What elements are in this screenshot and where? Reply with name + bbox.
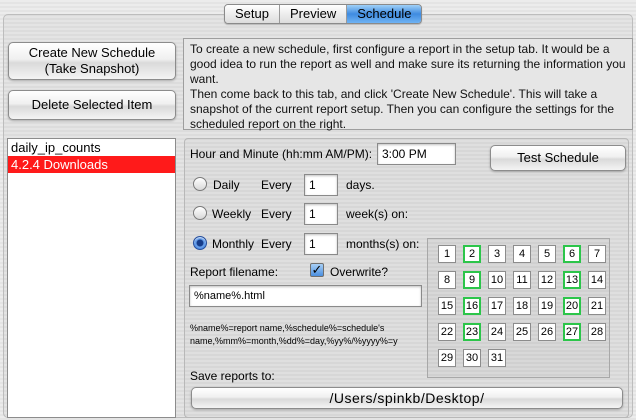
save-path-button[interactable]: /Users/spinkb/Desktop/ bbox=[191, 387, 623, 409]
day-21[interactable]: 21 bbox=[588, 297, 606, 315]
day-16[interactable]: 16 bbox=[463, 297, 481, 315]
daily-radio[interactable] bbox=[193, 177, 207, 191]
report-filename-label: Report filename: bbox=[190, 265, 279, 279]
day-3[interactable]: 3 bbox=[488, 245, 506, 263]
day-17[interactable]: 17 bbox=[488, 297, 506, 315]
day-29[interactable]: 29 bbox=[438, 349, 456, 367]
day-22[interactable]: 22 bbox=[438, 323, 456, 341]
weekly-interval-input[interactable]: 1 bbox=[304, 203, 338, 225]
day-24[interactable]: 24 bbox=[488, 323, 506, 341]
weekly-radio[interactable] bbox=[193, 206, 207, 220]
time-input[interactable]: 3:00 PM bbox=[377, 143, 456, 165]
day-8[interactable]: 8 bbox=[438, 271, 456, 289]
tab-bar: Setup Preview Schedule bbox=[224, 4, 423, 24]
day-19[interactable]: 19 bbox=[538, 297, 556, 315]
instructions-text: To create a new schedule, first configur… bbox=[183, 38, 633, 131]
overwrite-checkbox[interactable]: ✓ bbox=[310, 263, 324, 277]
list-item[interactable]: daily_ip_counts bbox=[8, 139, 175, 156]
day-10[interactable]: 10 bbox=[488, 271, 506, 289]
day-15[interactable]: 15 bbox=[438, 297, 456, 315]
monthly-radio[interactable] bbox=[193, 236, 207, 250]
weekly-unit-label: week(s) on: bbox=[346, 207, 409, 221]
day-26[interactable]: 26 bbox=[538, 323, 556, 341]
weekly-every-label: Every bbox=[261, 207, 292, 221]
monthly-unit-label: months(s) on: bbox=[346, 237, 420, 251]
overwrite-label: Overwrite? bbox=[330, 265, 389, 279]
create-new-schedule-button[interactable]: Create New Schedule (Take Snapshot) bbox=[8, 42, 176, 80]
daily-interval-input[interactable]: 1 bbox=[304, 174, 338, 196]
test-schedule-button[interactable]: Test Schedule bbox=[490, 145, 626, 171]
day-23[interactable]: 23 bbox=[463, 323, 481, 341]
day-20[interactable]: 20 bbox=[563, 297, 581, 315]
variables-hint-line2: name,%mm%=month,%dd%=day,%yy%/%yyyy%=y bbox=[190, 336, 398, 346]
day-4[interactable]: 4 bbox=[513, 245, 531, 263]
day-12[interactable]: 12 bbox=[538, 271, 556, 289]
instructions-paragraph: To create a new schedule, first configur… bbox=[190, 42, 626, 131]
day-25[interactable]: 25 bbox=[513, 323, 531, 341]
daily-unit-label: days. bbox=[346, 178, 375, 192]
day-7[interactable]: 7 bbox=[588, 245, 606, 263]
monthly-label: Monthly bbox=[212, 237, 255, 251]
tab-preview[interactable]: Preview bbox=[279, 5, 348, 23]
day-18[interactable]: 18 bbox=[513, 297, 531, 315]
variables-hint-line1: %name%=report name,%schedule%=schedule's bbox=[190, 323, 385, 333]
day-5[interactable]: 5 bbox=[538, 245, 556, 263]
save-reports-label: Save reports to: bbox=[190, 369, 275, 383]
day-28[interactable]: 28 bbox=[588, 323, 606, 341]
weekly-label: Weekly bbox=[212, 207, 252, 221]
create-button-label-line1: Create New Schedule bbox=[28, 45, 156, 60]
tab-setup[interactable]: Setup bbox=[225, 5, 280, 23]
day-1[interactable]: 1 bbox=[438, 245, 456, 263]
create-button-label-line2: (Take Snapshot) bbox=[44, 61, 140, 76]
tab-schedule[interactable]: Schedule bbox=[347, 5, 422, 23]
daily-label: Daily bbox=[213, 178, 240, 192]
schedule-list[interactable]: daily_ip_counts 4.2.4 Downloads bbox=[7, 138, 176, 418]
day-9[interactable]: 9 bbox=[463, 271, 481, 289]
time-label: Hour and Minute (hh:mm AM/PM): bbox=[190, 147, 373, 161]
day-31[interactable]: 31 bbox=[488, 349, 506, 367]
day-14[interactable]: 14 bbox=[588, 271, 606, 289]
list-item-selected[interactable]: 4.2.4 Downloads bbox=[8, 156, 175, 173]
monthly-interval-input[interactable]: 1 bbox=[304, 233, 338, 255]
day-27[interactable]: 27 bbox=[563, 323, 581, 341]
report-filename-input[interactable]: %name%.html bbox=[189, 285, 422, 307]
day-6[interactable]: 6 bbox=[563, 245, 581, 263]
monthly-every-label: Every bbox=[261, 237, 292, 251]
delete-selected-item-button[interactable]: Delete Selected Item bbox=[8, 90, 176, 120]
day-13[interactable]: 13 bbox=[563, 271, 581, 289]
month-day-grid: 1 2 3 4 5 6 7 8 9 10 11 12 13 14 15 16 17 18 19 20 21 22 23 24 2… bbox=[427, 238, 610, 378]
day-2[interactable]: 2 bbox=[463, 245, 481, 263]
day-11[interactable]: 11 bbox=[513, 271, 531, 289]
day-30[interactable]: 30 bbox=[463, 349, 481, 367]
daily-every-label: Every bbox=[261, 178, 292, 192]
checkmark-icon: ✓ bbox=[311, 262, 323, 277]
